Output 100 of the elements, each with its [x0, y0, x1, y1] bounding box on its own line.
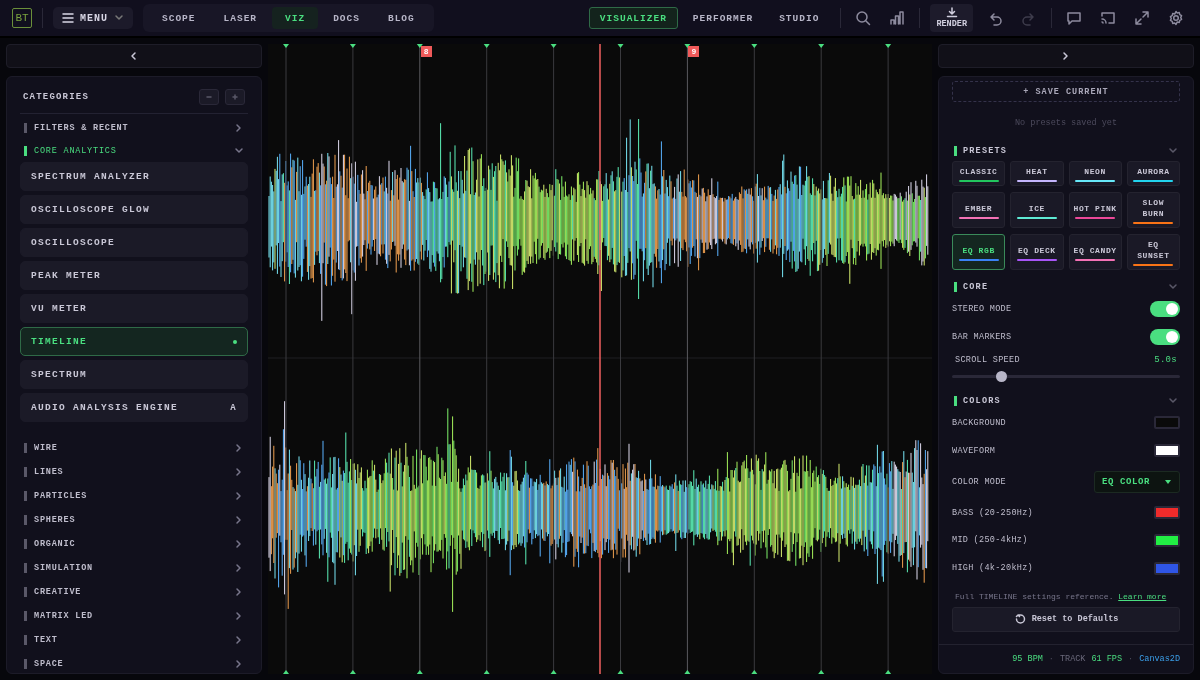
chevron-right-icon — [1061, 51, 1071, 61]
visualizer-item[interactable]: OSCILLOSCOPE GLOW — [20, 195, 248, 224]
reset-icon — [1013, 613, 1026, 626]
preset-button[interactable]: AURORA — [1126, 161, 1180, 187]
reset-button[interactable]: Reset to Defaults — [952, 606, 1180, 632]
visualizer-item[interactable]: TIMELINE — [20, 327, 248, 356]
visualizer-item[interactable]: OSCILLOSCOPE — [20, 228, 248, 257]
preset-button[interactable]: EQ SUNSET — [1126, 234, 1180, 271]
bar-number: 8 — [420, 46, 432, 57]
category-row[interactable]: PARTICLES — [20, 484, 248, 508]
hamburger-icon — [62, 12, 74, 24]
settings-icon — [1168, 10, 1184, 26]
caret-icon — [114, 13, 124, 23]
renderer-label: Canvas2D — [1139, 653, 1180, 664]
color-mode-dropdown[interactable]: EQ COLOR — [1094, 470, 1180, 493]
preset-button[interactable]: EQ CANDY — [1068, 234, 1122, 271]
preset-button[interactable]: ICE — [1010, 192, 1064, 229]
mode-tab[interactable]: STUDIO — [768, 7, 831, 29]
color-swatch[interactable] — [1154, 533, 1180, 547]
nav-tab[interactable]: VIZ — [272, 7, 319, 29]
nav-tab[interactable]: BLOG — [374, 7, 428, 29]
chevron-right-icon — [234, 659, 244, 669]
chevron-right-icon — [234, 491, 244, 501]
preset-button[interactable]: CLASSIC — [952, 161, 1006, 187]
expand-icon — [1134, 10, 1150, 26]
category-row[interactable]: FILTERS & RECENT — [20, 116, 248, 140]
minus-icon — [205, 93, 213, 101]
separator-dot: · — [1128, 653, 1134, 664]
status-reading: 61 FPS — [1091, 653, 1123, 664]
category-row[interactable]: CORE ANALYTICS — [20, 140, 248, 162]
plus-icon — [231, 93, 239, 101]
chevron-right-icon — [234, 443, 244, 453]
setting-label: BAR MARKERS — [952, 332, 1012, 343]
chevron-right-icon — [234, 611, 244, 621]
toggle-switch[interactable] — [1150, 329, 1180, 346]
preset-button[interactable]: EQ DECK — [1010, 234, 1064, 271]
separator-dot: · — [1048, 653, 1054, 664]
color-swatch[interactable] — [1154, 561, 1180, 575]
toggle-switch[interactable] — [1150, 301, 1180, 318]
category-row[interactable]: SPHERES — [20, 508, 248, 532]
category-row[interactable]: TEXT — [20, 628, 248, 652]
setting-label: SCROLL SPEED — [955, 354, 1020, 365]
color-swatch[interactable] — [1154, 506, 1180, 520]
learn-more-link[interactable]: Learn more — [1118, 591, 1167, 601]
chevron-down-icon — [1168, 145, 1178, 156]
section-header[interactable]: COLORS — [952, 391, 1180, 410]
mode-tab[interactable]: PERFORMER — [681, 7, 765, 29]
chat-icon — [1066, 10, 1082, 26]
mode-tab[interactable]: VISUALIZER — [588, 7, 678, 29]
category-row[interactable]: SPACE — [20, 652, 248, 673]
chevron-down-icon — [234, 146, 244, 156]
setting-label: COLOR MODE — [952, 476, 1006, 487]
shortcut-key: A — [230, 402, 237, 413]
undo-icon — [987, 10, 1003, 26]
category-row[interactable]: CREATIVE — [20, 580, 248, 604]
menu-button[interactable]: MENU — [53, 7, 133, 29]
dropdown-arrow-icon — [1164, 477, 1172, 486]
preset-button[interactable]: EQ RGB — [952, 234, 1006, 271]
nav-tab[interactable]: DOCS — [320, 7, 373, 29]
chevron-right-icon — [234, 467, 244, 477]
status-label: TRACK — [1059, 653, 1086, 664]
color-swatch[interactable] — [1154, 444, 1180, 458]
download-icon — [945, 7, 958, 18]
preset-button[interactable]: HEAT — [1010, 161, 1064, 187]
category-row[interactable]: SIMULATION — [20, 556, 248, 580]
cast-icon — [1100, 10, 1116, 26]
visualizer-item[interactable]: SPECTRUM — [20, 360, 248, 389]
category-row[interactable]: MATRIX LED — [20, 604, 248, 628]
chevron-left-icon — [129, 51, 139, 61]
active-dot — [233, 339, 237, 344]
status-reading: 95 BPM — [1012, 653, 1043, 664]
visualizer-item[interactable]: PEAK METER — [20, 261, 248, 290]
logo: BT — [12, 8, 32, 28]
save-preset-button[interactable]: + SAVE CURRENT — [952, 81, 1180, 103]
category-row[interactable]: WIRE — [20, 436, 248, 460]
visualizer-item[interactable]: SPECTRUM ANALYZER — [20, 162, 248, 191]
nav-tab[interactable]: SCOPE — [149, 7, 209, 29]
chevron-down-icon — [1168, 395, 1178, 406]
setting-label: BASS (20-250Hz) — [952, 507, 1033, 518]
preset-button[interactable]: SLOW BURN — [1126, 192, 1180, 229]
render-button[interactable]: RENDER — [930, 4, 973, 32]
search-icon — [855, 10, 872, 26]
help-text: Full TIMELINE settings reference. Learn more — [955, 591, 1168, 601]
preset-button[interactable]: NEON — [1068, 161, 1122, 187]
section-header[interactable]: CORE — [952, 278, 1180, 296]
visualizer-item[interactable]: VU METER — [20, 294, 248, 323]
setting-label: HIGH (4k-20kHz) — [952, 563, 1033, 574]
preset-button[interactable]: HOT PINK — [1068, 192, 1122, 229]
panel-title: CATEGORIES — [23, 92, 90, 102]
setting-label: MID (250-4kHz) — [952, 535, 1028, 546]
preset-button[interactable]: EMBER — [952, 192, 1006, 229]
bar-number: 9 — [688, 46, 700, 57]
section-header[interactable]: PRESETS — [952, 142, 1180, 160]
nav-tab[interactable]: LASER — [210, 7, 271, 29]
chevron-down-icon — [1168, 281, 1178, 292]
chevron-right-icon — [234, 539, 244, 549]
color-swatch[interactable] — [1154, 416, 1180, 430]
visualizer-item[interactable]: AUDIO ANALYSIS ENGINE A — [20, 393, 248, 422]
category-row[interactable]: LINES — [20, 460, 248, 484]
category-row[interactable]: ORGANIC — [20, 532, 248, 556]
